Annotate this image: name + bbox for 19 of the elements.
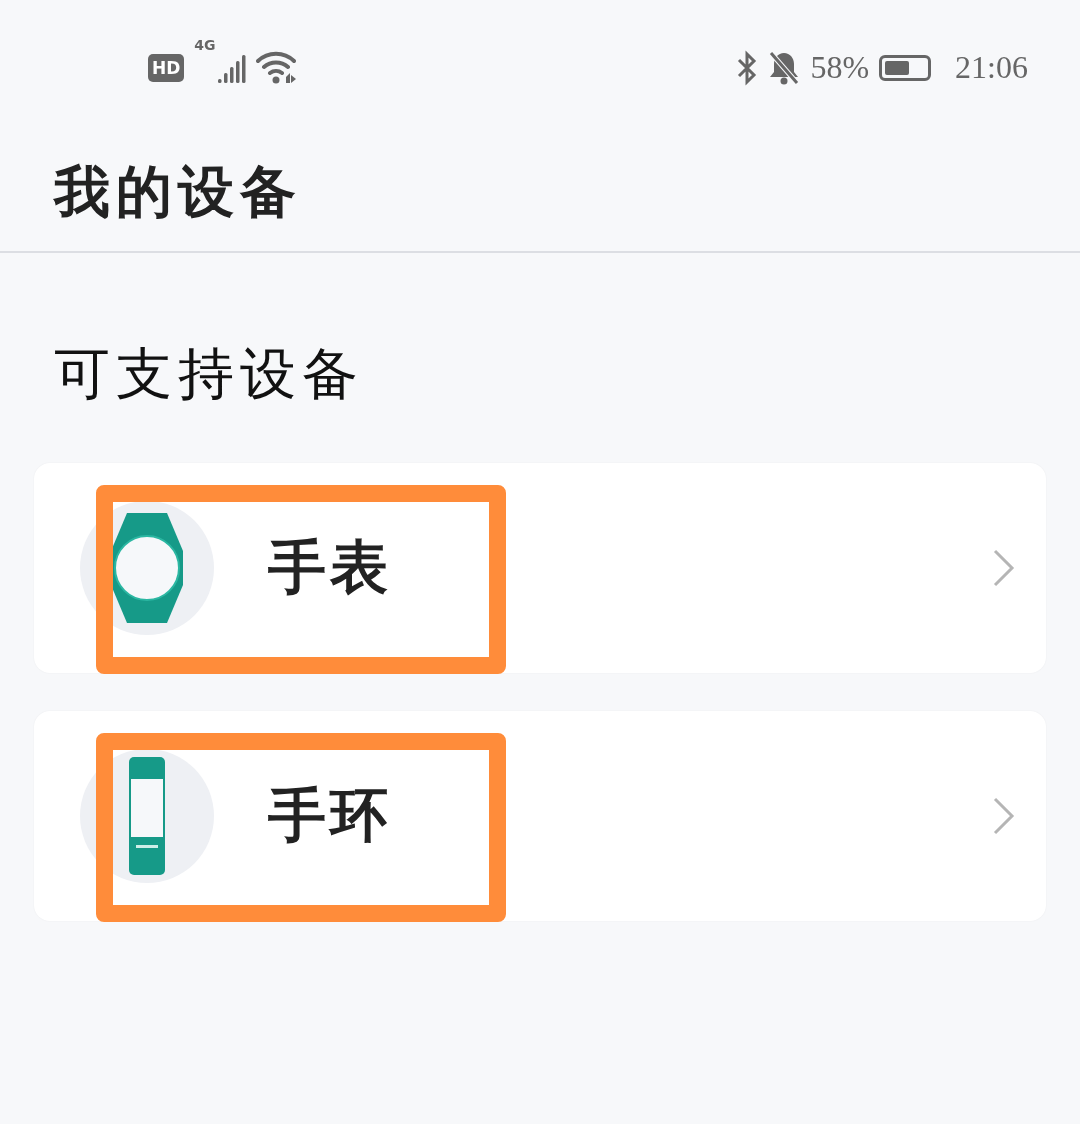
battery-icon	[879, 54, 932, 81]
fitness-band-icon	[127, 757, 167, 875]
watch-icon	[111, 513, 183, 623]
device-name: 手环	[268, 780, 393, 851]
hd-badge: HD	[148, 53, 185, 82]
device-name: 手表	[268, 532, 393, 603]
battery-percent: 58%	[810, 49, 870, 86]
chevron-right-icon	[992, 796, 1016, 836]
chevron-right-icon	[992, 548, 1016, 588]
clock: 21:06	[955, 49, 1028, 86]
wifi-icon	[255, 50, 296, 85]
section-title: 可支持设备	[54, 340, 365, 408]
signal-icon	[217, 52, 246, 83]
page-title: 我的设备	[54, 158, 302, 226]
device-card[interactable]: 手环	[34, 711, 1046, 921]
device-card[interactable]: 手表	[34, 463, 1046, 673]
bluetooth-icon	[736, 49, 759, 86]
bell-off-icon	[768, 49, 801, 86]
network-type: 4G	[194, 36, 216, 53]
